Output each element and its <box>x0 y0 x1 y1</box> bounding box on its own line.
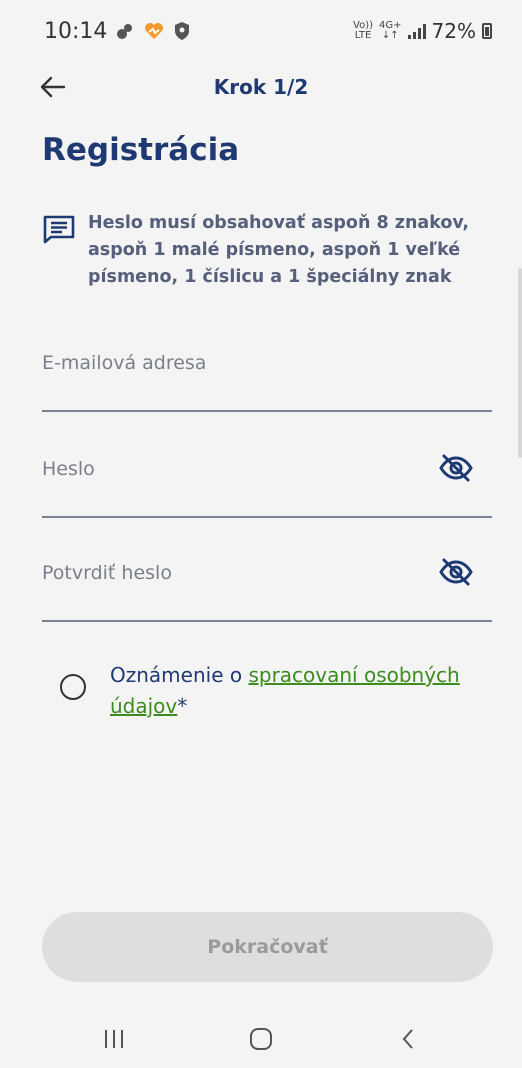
chevron-left-icon <box>402 1029 414 1049</box>
battery-percent: 72% <box>431 19 476 43</box>
message-icon <box>43 215 75 244</box>
page-title: Registrácia <box>42 132 240 168</box>
consent-text: Oznámenie o spracovaní osobných údajov* <box>110 660 480 722</box>
required-asterisk: * <box>177 694 188 718</box>
status-right: Vo)) LTE 4G+ ↓↑ 72% <box>353 19 492 43</box>
heart-notification-icon <box>145 23 164 39</box>
recent-apps-icon <box>104 1030 123 1048</box>
email-input[interactable] <box>42 332 412 394</box>
toggle-password-visibility-button[interactable] <box>438 453 474 483</box>
password-hint: Heslo musí obsahovať aspoň 8 znakov, asp… <box>42 210 482 291</box>
top-bar: Krok 1/2 <box>0 62 522 112</box>
volte-indicator: Vo)) LTE <box>353 20 374 41</box>
status-left: 10:14 <box>44 19 191 44</box>
status-time: 10:14 <box>44 18 108 44</box>
battery-icon <box>482 23 492 39</box>
consent-row: Oznámenie o spracovaní osobných údajov* <box>60 660 480 722</box>
notification-app-icon <box>117 24 133 39</box>
password-field <box>42 438 492 518</box>
home-button[interactable] <box>231 1019 291 1059</box>
home-icon <box>249 1028 272 1050</box>
password-input[interactable] <box>42 438 412 500</box>
arrow-left-icon <box>40 76 66 98</box>
eye-off-icon <box>439 558 473 586</box>
system-back-button[interactable] <box>378 1019 438 1059</box>
continue-button[interactable]: Pokračovať <box>42 912 493 982</box>
eye-off-icon <box>439 454 473 482</box>
toggle-confirm-password-visibility-button[interactable] <box>438 557 474 587</box>
system-nav-bar <box>0 1010 522 1068</box>
confirm-password-field <box>42 542 492 622</box>
scroll-indicator <box>518 268 522 458</box>
back-button[interactable] <box>34 68 72 106</box>
hint-text: Heslo musí obsahovať aspoň 8 znakov, asp… <box>88 213 470 287</box>
shield-icon <box>175 22 190 40</box>
confirm-password-input[interactable] <box>42 542 412 604</box>
consent-prefix: Oznámenie o <box>110 663 249 687</box>
consent-radio[interactable] <box>60 674 86 700</box>
recent-apps-button[interactable] <box>84 1019 144 1059</box>
status-bar: 10:14 Vo)) LTE 4G+ ↓↑ 72% <box>0 0 522 62</box>
network-type-indicator: 4G+ ↓↑ <box>379 20 402 41</box>
email-field <box>42 332 492 412</box>
step-indicator: Krok 1/2 <box>213 75 309 99</box>
signal-icon <box>407 23 426 39</box>
